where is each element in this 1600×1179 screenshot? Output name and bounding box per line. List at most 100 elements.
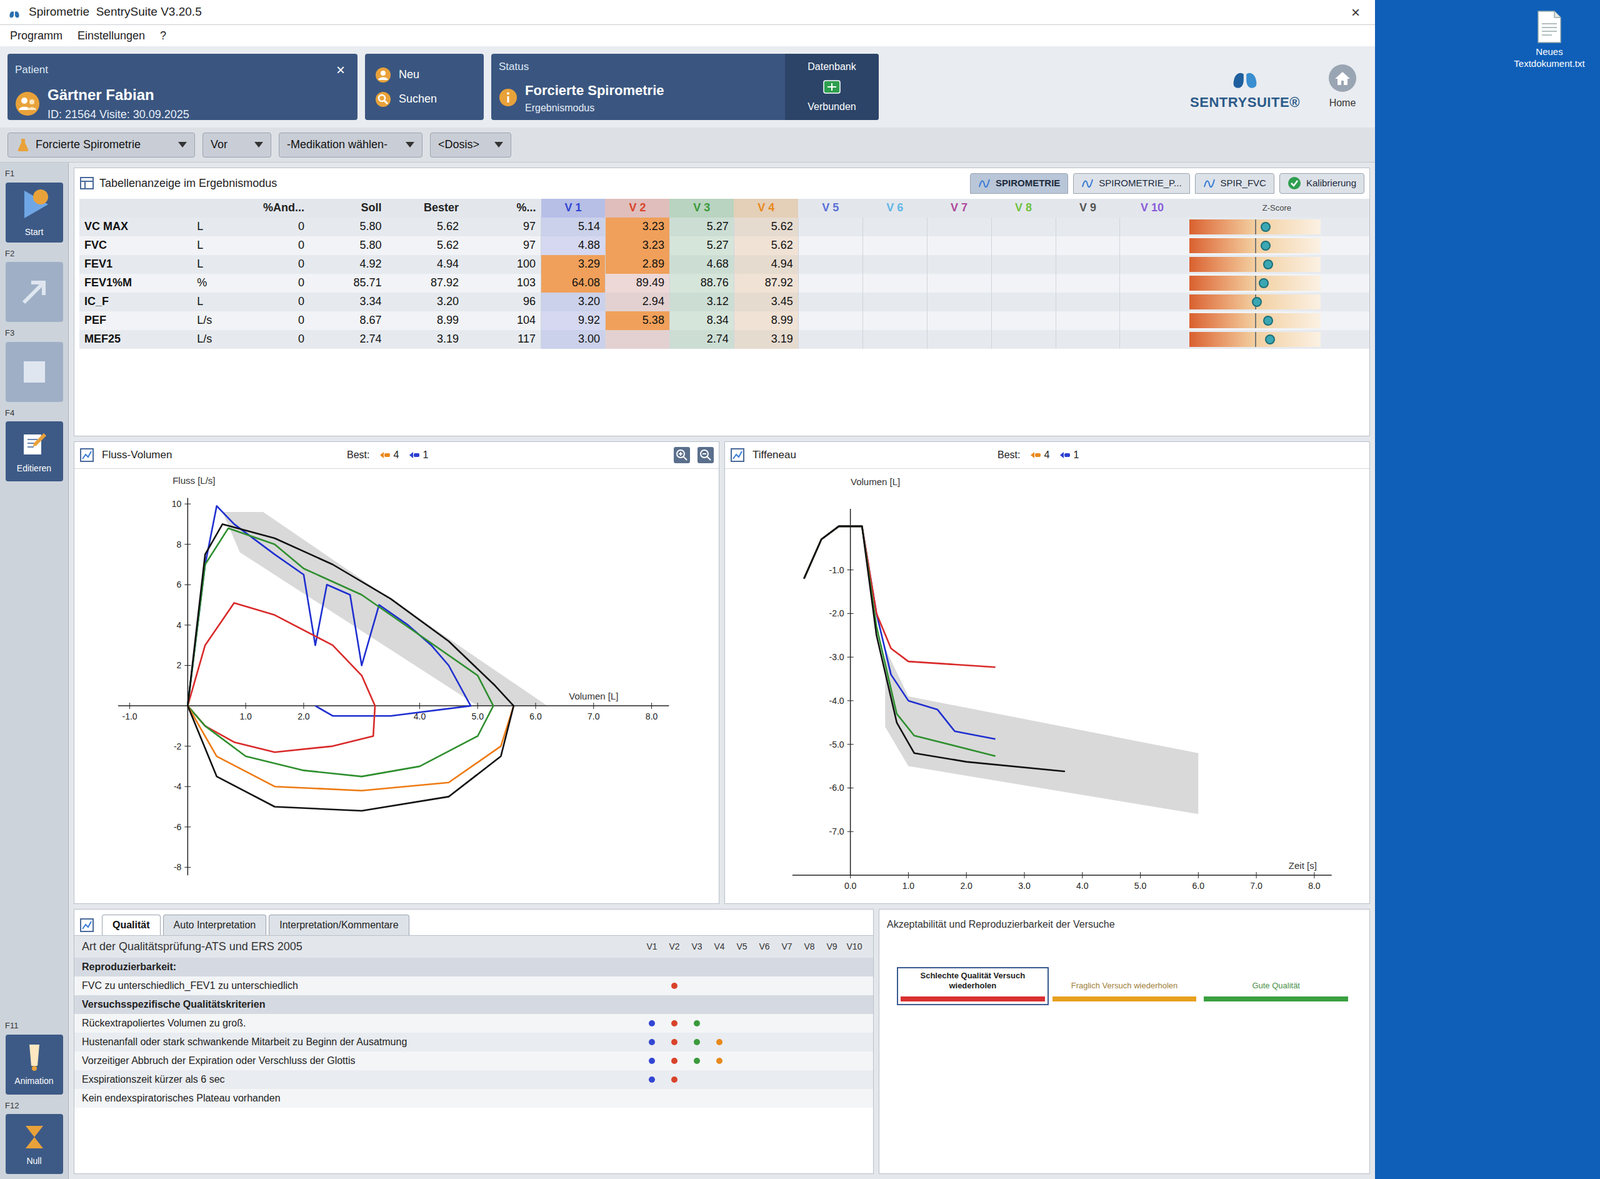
toolbar-dropdown[interactable]: <Dosis> — [430, 132, 512, 158]
quality-tab[interactable]: Interpretation/Kommentare — [268, 914, 409, 935]
unit-cell: L — [191, 255, 232, 274]
y-tick — [847, 743, 854, 745]
quality-dot — [671, 1020, 678, 1027]
zscore-label: Z-Score — [1262, 203, 1292, 213]
quality-row-item: Vorzeitiger Abbruch der Expiration oder … — [74, 1051, 874, 1070]
trial-cell — [798, 255, 863, 274]
patient-action-button[interactable]: Suchen — [375, 90, 474, 108]
value: 3.19 — [436, 332, 459, 345]
desktop-file[interactable]: Neues Textdokument.txt — [1508, 10, 1590, 70]
value: 5.80 — [359, 220, 382, 233]
quality-tab-label: Auto Interpretation — [173, 919, 257, 930]
x-tick-label: 7.0 — [1250, 880, 1263, 891]
table-row: FEV1L04.924.941003.292.894.684.94 — [79, 255, 1370, 274]
calibration-button[interactable]: Kalibrierung — [1279, 173, 1365, 194]
patient-action-button[interactable]: Neu — [375, 66, 474, 84]
best-marker: 1 — [408, 447, 429, 463]
patient-card: Patient×Gärtner FabianID: 21564 Visite: … — [7, 53, 358, 120]
zscore-cell — [1184, 311, 1370, 330]
patient-close-button[interactable]: × — [331, 58, 350, 82]
y-axis — [187, 497, 189, 875]
trial-cell: 4.94 — [733, 255, 799, 274]
quality-header: Art der Qualitätsprüfung-ATS und ERS 200… — [74, 935, 874, 958]
value-cell: 97 — [463, 236, 542, 255]
quality-criterion: Reproduzierbarkeit: — [81, 959, 641, 975]
spirometry-tab-icon — [1081, 176, 1094, 190]
zoom-out-icon — [697, 446, 714, 464]
value: 3.20 — [436, 295, 459, 308]
menu-item[interactable]: ? — [160, 27, 167, 45]
new-patient-icon — [375, 66, 392, 84]
menu-item[interactable]: Einstellungen — [77, 27, 145, 45]
param-name: IC_F — [84, 295, 109, 308]
trial-cell — [1055, 273, 1120, 293]
menu-item[interactable]: Programm — [10, 27, 63, 45]
param-name: MEF25 — [84, 332, 121, 345]
toolbar-dropdown[interactable]: Forcierte Spirometrie — [7, 132, 195, 158]
trial-cell: 5.27 — [669, 217, 734, 237]
x-tick — [593, 702, 594, 709]
quality-dot — [693, 1057, 700, 1064]
unit-cell: L — [191, 292, 232, 312]
flow-volume-chart: -1.01.02.04.05.06.07.08.0108642-2-4-6-8F… — [74, 468, 706, 894]
quality-dot — [693, 1038, 700, 1045]
trial-cell — [1055, 330, 1120, 349]
quality-mark-cell — [640, 1095, 664, 1102]
toolbar: Forcierte Spirometrie Vor-Medikation wähl… — [0, 127, 1375, 163]
y-tick — [847, 786, 854, 788]
report-tab[interactable]: SPIROMETRIE_P... — [1073, 173, 1190, 194]
quality-column-label: V3 — [685, 940, 709, 954]
trial-cell — [926, 217, 992, 237]
dropdown-arrow-icon — [405, 141, 415, 148]
spirometry-tab-icon — [1203, 176, 1216, 190]
trial-cell: 5.62 — [733, 217, 799, 237]
unit: L/s — [196, 332, 212, 345]
trial-value: 2.89 — [642, 257, 665, 270]
chart-header: Fluss-VolumenBest:41 — [74, 441, 719, 469]
quality-mark-cell — [663, 1020, 686, 1027]
volume-time-curve — [803, 525, 995, 667]
trial-header: V 10 — [1120, 198, 1185, 218]
x-tick-label: 2.0 — [297, 711, 310, 722]
trial-cell: 2.89 — [605, 255, 670, 274]
close-button[interactable]: × — [1343, 1, 1368, 24]
toolbar-dropdown[interactable]: -Medikation wählen- — [278, 132, 423, 158]
report-tab[interactable]: SPIR_FVC — [1195, 173, 1275, 194]
sidebar-button[interactable]: Start — [5, 182, 64, 243]
x-axis — [792, 874, 1332, 876]
trial-value: 5.27 — [706, 220, 729, 233]
value: 117 — [517, 332, 536, 345]
trial-value: 3.29 — [578, 257, 600, 270]
value: 0 — [298, 276, 305, 289]
trial-cell — [798, 273, 863, 293]
x-tick — [245, 702, 247, 709]
animation-icon — [21, 1040, 47, 1072]
trial-header: V 8 — [991, 198, 1056, 218]
trial-cell: 3.20 — [541, 292, 606, 312]
info-icon — [498, 88, 518, 107]
trial-value: 64.08 — [571, 276, 600, 289]
sidebar-button[interactable]: Animation — [5, 1034, 64, 1095]
quality-row-item: Kein endexspiratorisches Plateau vorhand… — [74, 1088, 874, 1108]
best-marker: 4 — [1030, 447, 1050, 463]
segment-bar — [900, 996, 1045, 1002]
quality-dot — [693, 1020, 700, 1027]
quality-tab[interactable]: Qualität — [101, 914, 161, 935]
y-tick-label: -5.0 — [828, 738, 844, 749]
value-cell: 2.74 — [309, 330, 387, 349]
report-tab[interactable]: SPIROMETRIE — [970, 173, 1069, 194]
zscore-marker — [1260, 221, 1271, 232]
sidebar-button[interactable]: Editieren — [5, 421, 64, 482]
value-cell: 4.92 — [309, 255, 387, 274]
calibration-ok-icon — [1287, 176, 1302, 190]
quality-tab[interactable]: Auto Interpretation — [163, 914, 267, 935]
sidebar-button[interactable]: Null — [5, 1113, 64, 1174]
home-button[interactable]: Home — [1317, 53, 1368, 120]
trial-header: V 1 — [541, 198, 606, 218]
toolbar-dropdown[interactable]: Vor — [202, 132, 272, 158]
zscore-cell — [1184, 273, 1370, 293]
best-marker-label: 1 — [1073, 447, 1079, 463]
quality-criterion: Hustenanfall oder stark schwankende Mita… — [81, 1034, 641, 1050]
param-name: FEV1 — [84, 257, 113, 270]
trial-cell — [1120, 273, 1185, 293]
